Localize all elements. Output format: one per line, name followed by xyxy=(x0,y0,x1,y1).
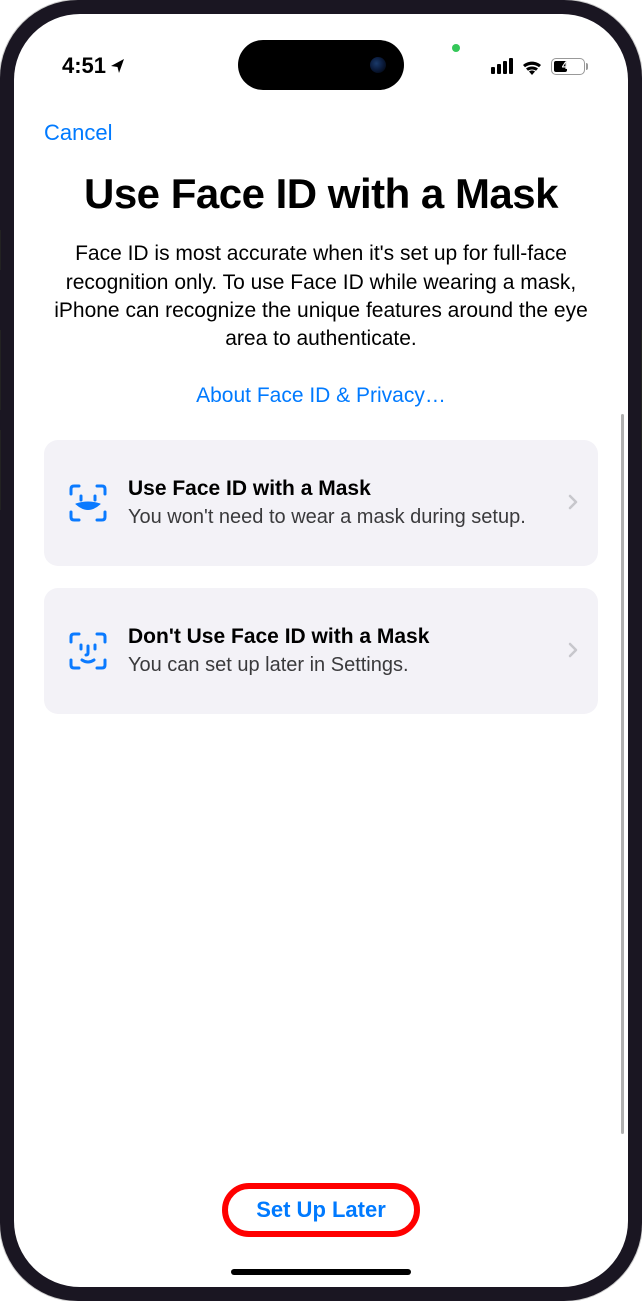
privacy-link[interactable]: About Face ID & Privacy… xyxy=(44,384,598,408)
chevron-right-icon xyxy=(568,638,578,664)
phone-frame: 4:51 40 xyxy=(0,0,642,1301)
status-time: 4:51 xyxy=(62,53,106,79)
face-id-mask-icon xyxy=(66,481,110,525)
option-subtitle: You can set up later in Settings. xyxy=(128,652,550,678)
option-use-with-mask[interactable]: Use Face ID with a Mask You won't need t… xyxy=(44,440,598,566)
scroll-indicator[interactable] xyxy=(621,414,624,1134)
privacy-indicator-dot xyxy=(452,44,460,52)
option-title: Use Face ID with a Mask xyxy=(128,476,550,502)
volume-up-button xyxy=(0,330,1,410)
option-title: Don't Use Face ID with a Mask xyxy=(128,624,550,650)
volume-down-button xyxy=(0,430,1,510)
front-camera xyxy=(370,57,386,73)
face-id-icon xyxy=(66,629,110,673)
wifi-icon xyxy=(521,58,543,75)
cellular-signal-icon xyxy=(491,58,513,74)
home-indicator[interactable] xyxy=(231,1269,411,1275)
cancel-button[interactable]: Cancel xyxy=(44,114,112,152)
battery-icon: 40 xyxy=(551,58,588,75)
option-dont-use-with-mask[interactable]: Don't Use Face ID with a Mask You can se… xyxy=(44,588,598,714)
screen: 4:51 40 xyxy=(14,14,628,1287)
setup-later-label: Set Up Later xyxy=(256,1197,386,1222)
battery-percent: 40 xyxy=(562,60,574,72)
silence-switch xyxy=(0,230,1,270)
page-title: Use Face ID with a Mask xyxy=(44,170,598,218)
option-subtitle: You won't need to wear a mask during set… xyxy=(128,504,550,530)
dynamic-island xyxy=(238,40,404,90)
location-icon xyxy=(110,58,126,74)
setup-later-button[interactable]: Set Up Later xyxy=(232,1185,410,1235)
page-description: Face ID is most accurate when it's set u… xyxy=(44,240,598,353)
chevron-right-icon xyxy=(568,490,578,516)
